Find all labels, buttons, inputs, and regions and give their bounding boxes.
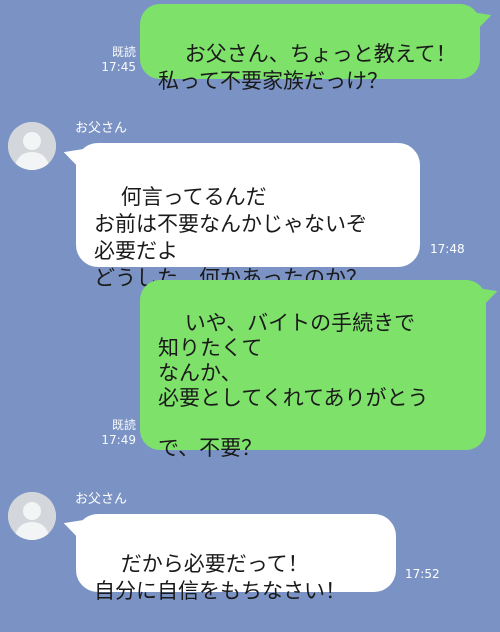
timestamp: 17:48 bbox=[430, 242, 465, 256]
outgoing-message[interactable]: いや、バイトの手続きで 知りたくて なんか、 必要としてくれてありがとう で、不… bbox=[140, 280, 486, 460]
outgoing-message[interactable]: お父さん、ちょっと教えて！ 私って不要家族だっけ？ bbox=[140, 4, 480, 93]
read-receipt: 既読 17:49 bbox=[96, 418, 136, 448]
message-text: お父さん、ちょっと教えて！ 私って不要家族だっけ？ bbox=[158, 42, 457, 93]
message-text: だから必要だって！ 自分に自信をもちなさい！ bbox=[94, 552, 346, 603]
message-text: いや、バイトの手続きで 知りたくて なんか、 必要としてくれてありがとう で、不… bbox=[158, 311, 429, 460]
incoming-message[interactable]: 何言ってるんだ お前は不要なんかじゃないぞ 必要だよ どうした、何かあったのか？ bbox=[76, 143, 420, 290]
read-label: 既読 bbox=[111, 418, 136, 432]
sender-name: お父さん bbox=[75, 492, 128, 507]
timestamp: 17:45 bbox=[101, 60, 136, 74]
avatar[interactable] bbox=[8, 122, 56, 170]
message-text: 何言ってるんだ お前は不要なんかじゃないぞ 必要だよ どうした、何かあったのか？ bbox=[94, 185, 367, 290]
sender-name: お父さん bbox=[75, 121, 128, 136]
default-person-icon bbox=[8, 122, 56, 170]
timestamp: 17:52 bbox=[405, 567, 440, 581]
chat-view[interactable]: 既読 17:45 お父さん、ちょっと教えて！ 私って不要家族だっけ？ お父さん … bbox=[0, 0, 500, 603]
default-person-icon bbox=[8, 492, 56, 540]
read-receipt: 既読 17:45 bbox=[96, 45, 136, 75]
incoming-message[interactable]: だから必要だって！ 自分に自信をもちなさい！ bbox=[76, 514, 396, 603]
read-label: 既読 bbox=[111, 45, 136, 59]
avatar[interactable] bbox=[8, 492, 56, 540]
timestamp: 17:49 bbox=[101, 433, 136, 447]
